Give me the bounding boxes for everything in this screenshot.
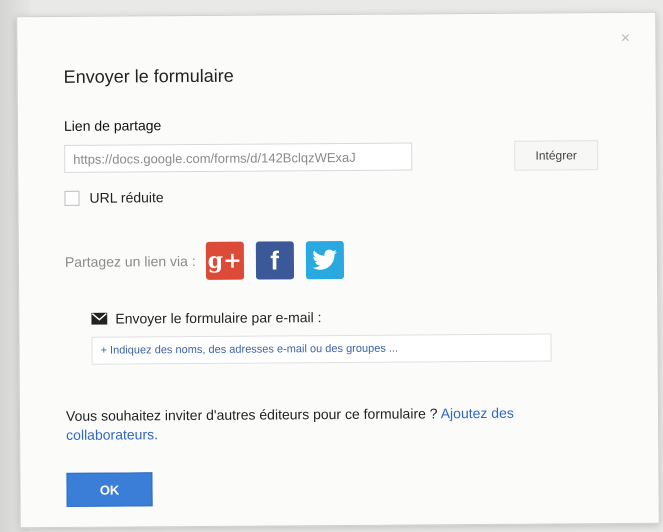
share-link-label: Lien de partage bbox=[63, 117, 162, 134]
invite-text: Vous souhaitez inviter d'autres éditeurs… bbox=[65, 405, 438, 424]
share-via-label: Partagez un lien via : bbox=[64, 252, 196, 270]
envelope-icon bbox=[91, 312, 108, 325]
short-url-checkbox[interactable] bbox=[64, 190, 80, 206]
twitter-icon[interactable] bbox=[305, 240, 344, 280]
facebook-icon[interactable]: f bbox=[255, 241, 294, 280]
close-icon[interactable]: × bbox=[617, 30, 633, 47]
twitter-bird-icon bbox=[312, 249, 337, 270]
embed-button[interactable]: Intégrer bbox=[514, 140, 599, 171]
email-recipients-input[interactable] bbox=[91, 333, 552, 365]
short-url-label: URL réduite bbox=[89, 189, 164, 206]
share-via-row: Partagez un lien via : g+ f bbox=[64, 240, 356, 281]
short-url-option[interactable]: URL réduite bbox=[64, 189, 164, 206]
google-plus-icon[interactable]: g+ bbox=[205, 241, 244, 280]
dialog-title: Envoyer le formulaire bbox=[63, 65, 234, 87]
share-url-input[interactable] bbox=[64, 142, 413, 173]
ok-button[interactable]: OK bbox=[66, 472, 153, 507]
invite-editors: Vous souhaitez inviter d'autres éditeurs… bbox=[66, 403, 606, 445]
email-section: Envoyer le formulaire par e-mail : bbox=[91, 307, 561, 380]
send-form-dialog: × Envoyer le formulaire Lien de partage … bbox=[16, 11, 660, 529]
email-header: Envoyer le formulaire par e-mail : bbox=[91, 307, 561, 327]
email-heading: Envoyer le formulaire par e-mail : bbox=[115, 309, 322, 327]
